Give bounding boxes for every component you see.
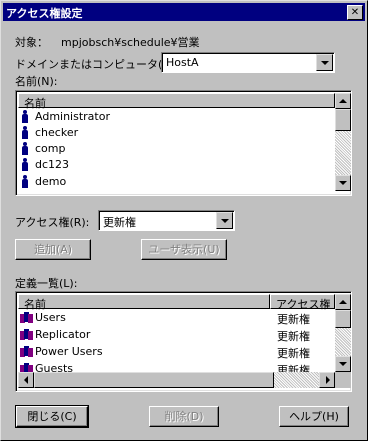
user-icon — [21, 126, 29, 139]
row-name: Users — [35, 311, 66, 324]
definitions-label: 定義一覧(L): — [15, 277, 78, 290]
scroll-thumb[interactable] — [34, 372, 274, 388]
scroll-down-icon[interactable] — [335, 356, 351, 372]
group-icon — [20, 328, 34, 341]
list-item-label: checker — [35, 126, 79, 139]
domain-select[interactable]: HostA — [161, 52, 335, 73]
domain-select-value: HostA — [166, 56, 199, 69]
scrollbar-corner — [335, 372, 351, 388]
row-name: Power Users — [35, 345, 103, 358]
names-column-header[interactable]: 名前 — [18, 93, 335, 110]
title-bar: アクセス権設定 ✕ — [3, 3, 365, 21]
window-title: アクセス権設定 — [6, 7, 83, 20]
table-row[interactable]: Power Users 更新権 — [19, 343, 335, 360]
user-icon — [21, 175, 29, 188]
definitions-permission-header[interactable]: アクセス権 — [270, 294, 335, 311]
names-label: 名前(N): — [15, 75, 58, 88]
scroll-up-icon[interactable] — [335, 294, 351, 310]
scroll-up-icon[interactable] — [335, 93, 351, 109]
access-select[interactable]: 更新権 — [98, 210, 235, 231]
definitions-vertical-scrollbar[interactable] — [335, 294, 351, 372]
target-label: 対象： — [15, 36, 48, 49]
group-icon — [20, 311, 34, 324]
user-icon — [21, 142, 29, 155]
list-item[interactable]: checker — [19, 124, 335, 141]
user-icon — [21, 158, 29, 171]
target-value: mpjobsch¥schedule¥営業 — [61, 36, 200, 49]
access-select-value: 更新権 — [103, 216, 136, 229]
definitions-horizontal-scrollbar[interactable] — [18, 372, 335, 388]
row-permission: 更新権 — [277, 347, 310, 360]
definitions-list[interactable]: 名前 アクセス権 Users 更新権 Replicator 更新権 Power … — [15, 291, 352, 392]
access-label: アクセス権(R): — [15, 216, 90, 229]
list-item[interactable]: dc123 — [19, 156, 335, 173]
table-row[interactable]: Users 更新権 — [19, 309, 335, 326]
user-icon — [21, 110, 29, 123]
list-item-label: demo — [35, 175, 67, 188]
list-item[interactable]: Administrator — [19, 108, 335, 125]
list-item-label: Administrator — [35, 110, 110, 123]
list-item[interactable]: comp — [19, 140, 335, 157]
help-button[interactable]: ヘルプ(H) — [279, 406, 349, 427]
row-permission: 更新権 — [277, 313, 310, 326]
names-list[interactable]: 名前 Administrator checker comp dc123 demo — [15, 90, 352, 196]
group-icon — [20, 345, 34, 358]
list-item-label: comp — [35, 142, 66, 155]
chevron-down-icon[interactable] — [316, 54, 333, 71]
scroll-right-icon[interactable] — [319, 372, 335, 388]
close-icon[interactable]: ✕ — [347, 5, 363, 20]
delete-button[interactable]: 削除(D) — [149, 406, 219, 427]
show-users-button[interactable]: ユーザ表示(U) — [141, 239, 227, 260]
access-settings-dialog: アクセス権設定 ✕ 対象： mpjobsch¥schedule¥営業 ドメインま… — [0, 0, 368, 441]
list-item[interactable]: demo — [19, 173, 335, 190]
names-vertical-scrollbar[interactable] — [335, 93, 351, 191]
scroll-left-icon[interactable] — [18, 372, 34, 388]
table-row[interactable]: Replicator 更新権 — [19, 326, 335, 343]
close-button[interactable]: 閉じる(C) — [15, 405, 89, 428]
row-name: Replicator — [35, 328, 91, 341]
row-permission: 更新権 — [277, 330, 310, 343]
scroll-down-icon[interactable] — [335, 175, 351, 191]
add-button[interactable]: 追加(A) — [15, 239, 91, 260]
chevron-down-icon[interactable] — [216, 212, 233, 229]
domain-label: ドメインまたはコンピュータ(M): — [15, 58, 180, 71]
list-item-label: dc123 — [35, 158, 70, 171]
definitions-name-header[interactable]: 名前 — [18, 294, 270, 311]
scroll-thumb[interactable] — [335, 310, 351, 328]
scroll-thumb[interactable] — [335, 109, 351, 131]
